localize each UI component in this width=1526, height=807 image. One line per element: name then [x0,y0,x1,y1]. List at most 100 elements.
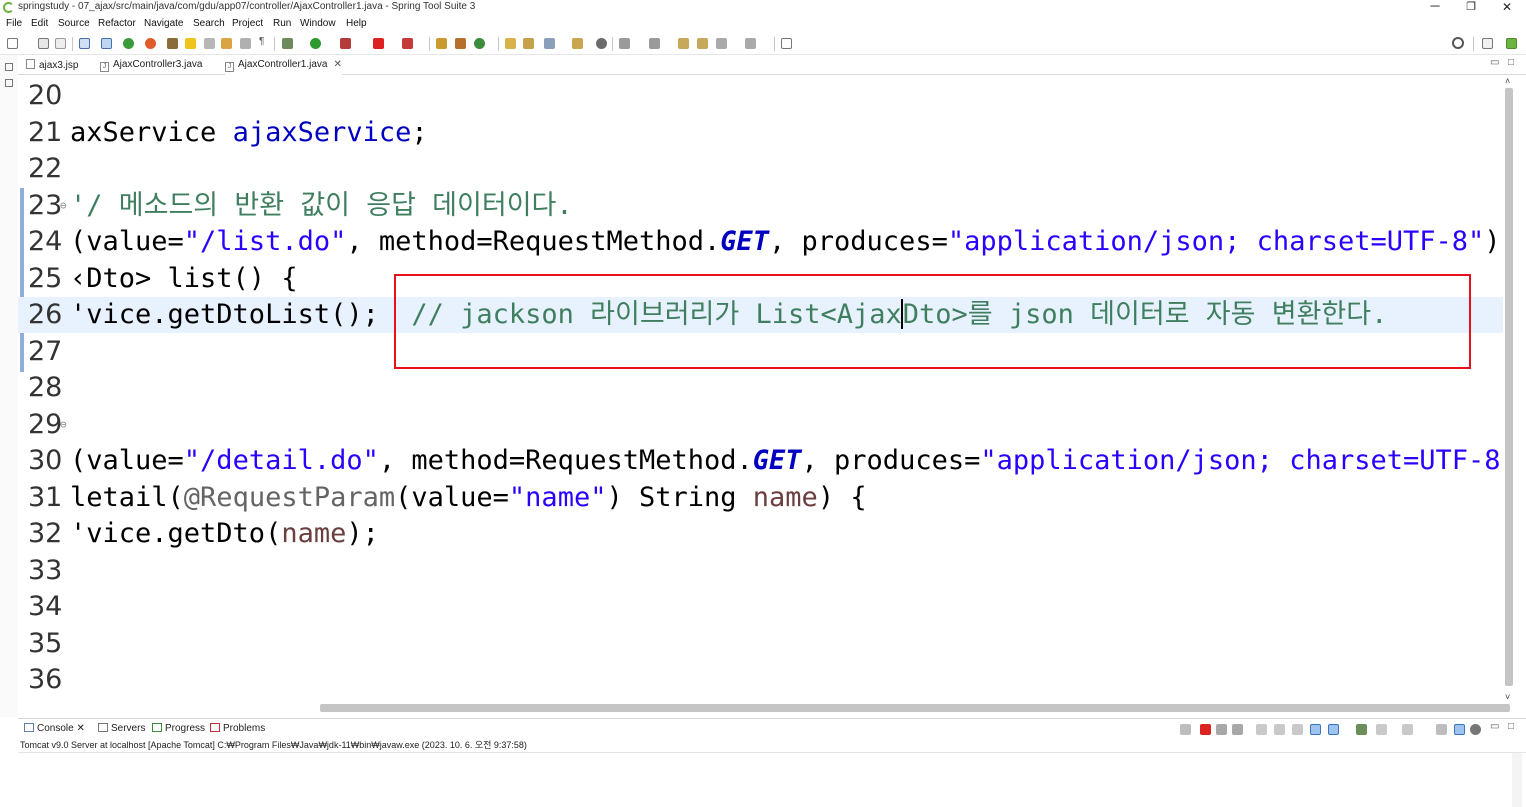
gear-icon[interactable] [1470,724,1481,735]
menu-refactor[interactable]: Refactor [98,18,136,29]
open-folder-icon[interactable] [572,38,583,49]
word-wrap-icon[interactable] [1274,724,1285,735]
menu-project[interactable]: Project [232,18,263,29]
minimize-view-icon[interactable]: ▭ [1490,57,1499,68]
pin-icon[interactable] [167,38,178,49]
close-tab-icon[interactable]: ✕ [334,59,342,70]
bottom-panel-tab-bar: Console ✕ Servers Progress Problems ▭ □ [18,718,1526,738]
tab-progress[interactable]: Progress [152,723,205,734]
close-tab-icon[interactable]: ✕ [76,723,84,734]
fold-toggle-icon[interactable]: ⊖ [60,188,67,224]
show-on-output-icon[interactable] [1292,724,1303,735]
pin-console-icon[interactable] [1356,724,1367,735]
search-icon[interactable] [1452,37,1464,49]
globe-icon[interactable] [596,38,607,49]
external-tools-icon[interactable] [402,38,413,49]
menu-window[interactable]: Window [300,18,336,29]
toggle-mark-occurrences-icon[interactable] [101,38,112,49]
maximize-view-icon[interactable]: □ [1508,57,1514,68]
line-number: 36 [28,664,63,695]
scrollbar-thumb[interactable] [1505,88,1513,686]
remove-all-terminated-icon[interactable] [1216,724,1227,735]
menu-file[interactable]: File [6,18,22,29]
tab-servers[interactable]: Servers [98,723,145,734]
console-scrollbar[interactable] [1512,753,1522,807]
open-perspective-icon[interactable] [1482,38,1493,49]
tab-console[interactable]: Console ✕ [24,723,85,734]
display-console-icon[interactable] [1376,724,1387,735]
coverage-icon[interactable] [340,38,351,49]
menu-help[interactable]: Help [346,18,367,29]
open-console-icon[interactable] [1402,724,1413,735]
show-on-stderr-icon[interactable] [1328,724,1339,735]
spring-boot-dashboard-icon[interactable] [123,38,134,49]
editor-tab-bar: ajax3.jsp J AjaxController3.java J AjaxCon… [18,55,1526,75]
debug-icon[interactable] [282,38,293,49]
line-number: 27 [28,336,63,367]
editor-horizontal-scrollbar[interactable] [18,702,1510,714]
task-icon[interactable] [221,38,232,49]
code-editor[interactable]: 20 21 axService ajaxService; 22 23 ⊖ '/ … [18,76,1504,704]
pin-editor-icon[interactable] [781,38,792,49]
menu-run[interactable]: Run [273,18,291,29]
scroll-up-icon[interactable]: ˄ [1505,76,1510,86]
new-package-icon[interactable] [455,38,466,49]
link-icon[interactable] [204,38,215,49]
console-view-icon[interactable] [79,38,90,49]
console-settings-icon[interactable] [1436,724,1447,735]
restore-button[interactable]: ❐ [1456,0,1486,16]
mark-icon[interactable] [185,38,196,49]
menu-search[interactable]: Search [193,18,225,29]
minimize-button[interactable]: ─ [1420,0,1450,14]
scrollbar-thumb[interactable] [320,704,1510,712]
console-output[interactable] [18,752,1526,807]
restore-view-icon[interactable] [5,63,13,71]
next-annotation-icon[interactable] [619,38,630,49]
maximize-view-icon[interactable]: □ [1508,721,1514,732]
menu-source[interactable]: Source [58,18,90,29]
package-explorer-icon[interactable] [5,79,13,87]
editor-vertical-scrollbar[interactable]: ˄ ˅ [1503,76,1515,704]
previous-annotation-icon[interactable] [649,38,660,49]
back-icon[interactable] [716,38,727,49]
close-window-button[interactable]: ✕ [1492,0,1522,16]
back-history-icon[interactable] [697,38,708,49]
show-on-stdout-icon[interactable] [1310,724,1321,735]
fold-toggle-icon[interactable]: ⊖ [60,407,67,443]
tab-ajaxcontroller1-java[interactable]: J AjaxController1.java ✕ [225,55,342,75]
new-class-icon[interactable] [474,38,485,49]
refresh-icon[interactable] [145,38,156,49]
open-type-icon[interactable] [505,38,516,49]
menu-edit[interactable]: Edit [31,18,48,29]
run-icon[interactable] [310,38,321,49]
terminate-icon[interactable] [1200,724,1211,735]
scroll-lock-icon[interactable] [1256,724,1267,735]
stop-icon[interactable] [373,38,384,49]
code-line: 36 [18,662,1504,698]
clear-console-icon[interactable] [1232,724,1243,735]
show-whitespace-icon[interactable]: ¶ [259,36,270,47]
title-bar: springstudy - 07_ajax/src/main/java/com/… [0,0,1526,16]
tab-problems[interactable]: Problems [210,723,265,734]
new-icon[interactable] [7,38,18,49]
spring-console-icon[interactable] [1454,724,1465,735]
remove-launch-icon[interactable] [1180,724,1191,735]
forward-icon[interactable] [745,38,756,49]
code-line: 28 [18,370,1504,406]
block-icon[interactable] [240,38,251,49]
line-number: 31 [28,482,63,513]
perspective-icon[interactable] [1506,38,1517,49]
menu-navigate[interactable]: Navigate [144,18,183,29]
save-all-icon[interactable] [55,38,66,49]
save-icon[interactable] [38,38,49,49]
tab-label: AjaxController3.java [113,59,203,70]
search-tool-icon[interactable] [544,38,555,49]
line-number: 26 [28,299,63,330]
open-task-icon[interactable] [523,38,534,49]
tab-ajaxcontroller3-java[interactable]: J AjaxController3.java [100,55,203,75]
tab-ajax3-jsp[interactable]: ajax3.jsp [26,55,78,75]
minimize-view-icon[interactable]: ▭ [1490,721,1499,732]
new-java-project-icon[interactable] [436,38,447,49]
scroll-down-icon[interactable]: ˅ [1505,692,1510,702]
last-edit-icon[interactable] [678,38,689,49]
